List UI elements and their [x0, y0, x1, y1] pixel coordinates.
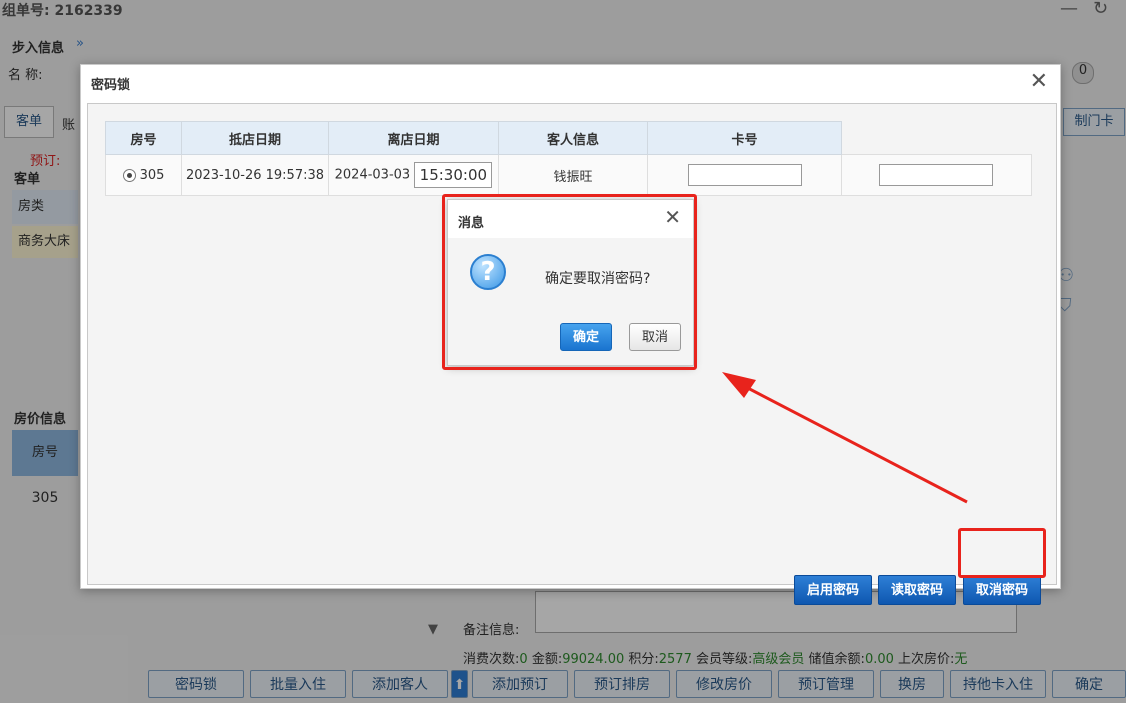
annotation-arrow-icon — [722, 372, 968, 504]
